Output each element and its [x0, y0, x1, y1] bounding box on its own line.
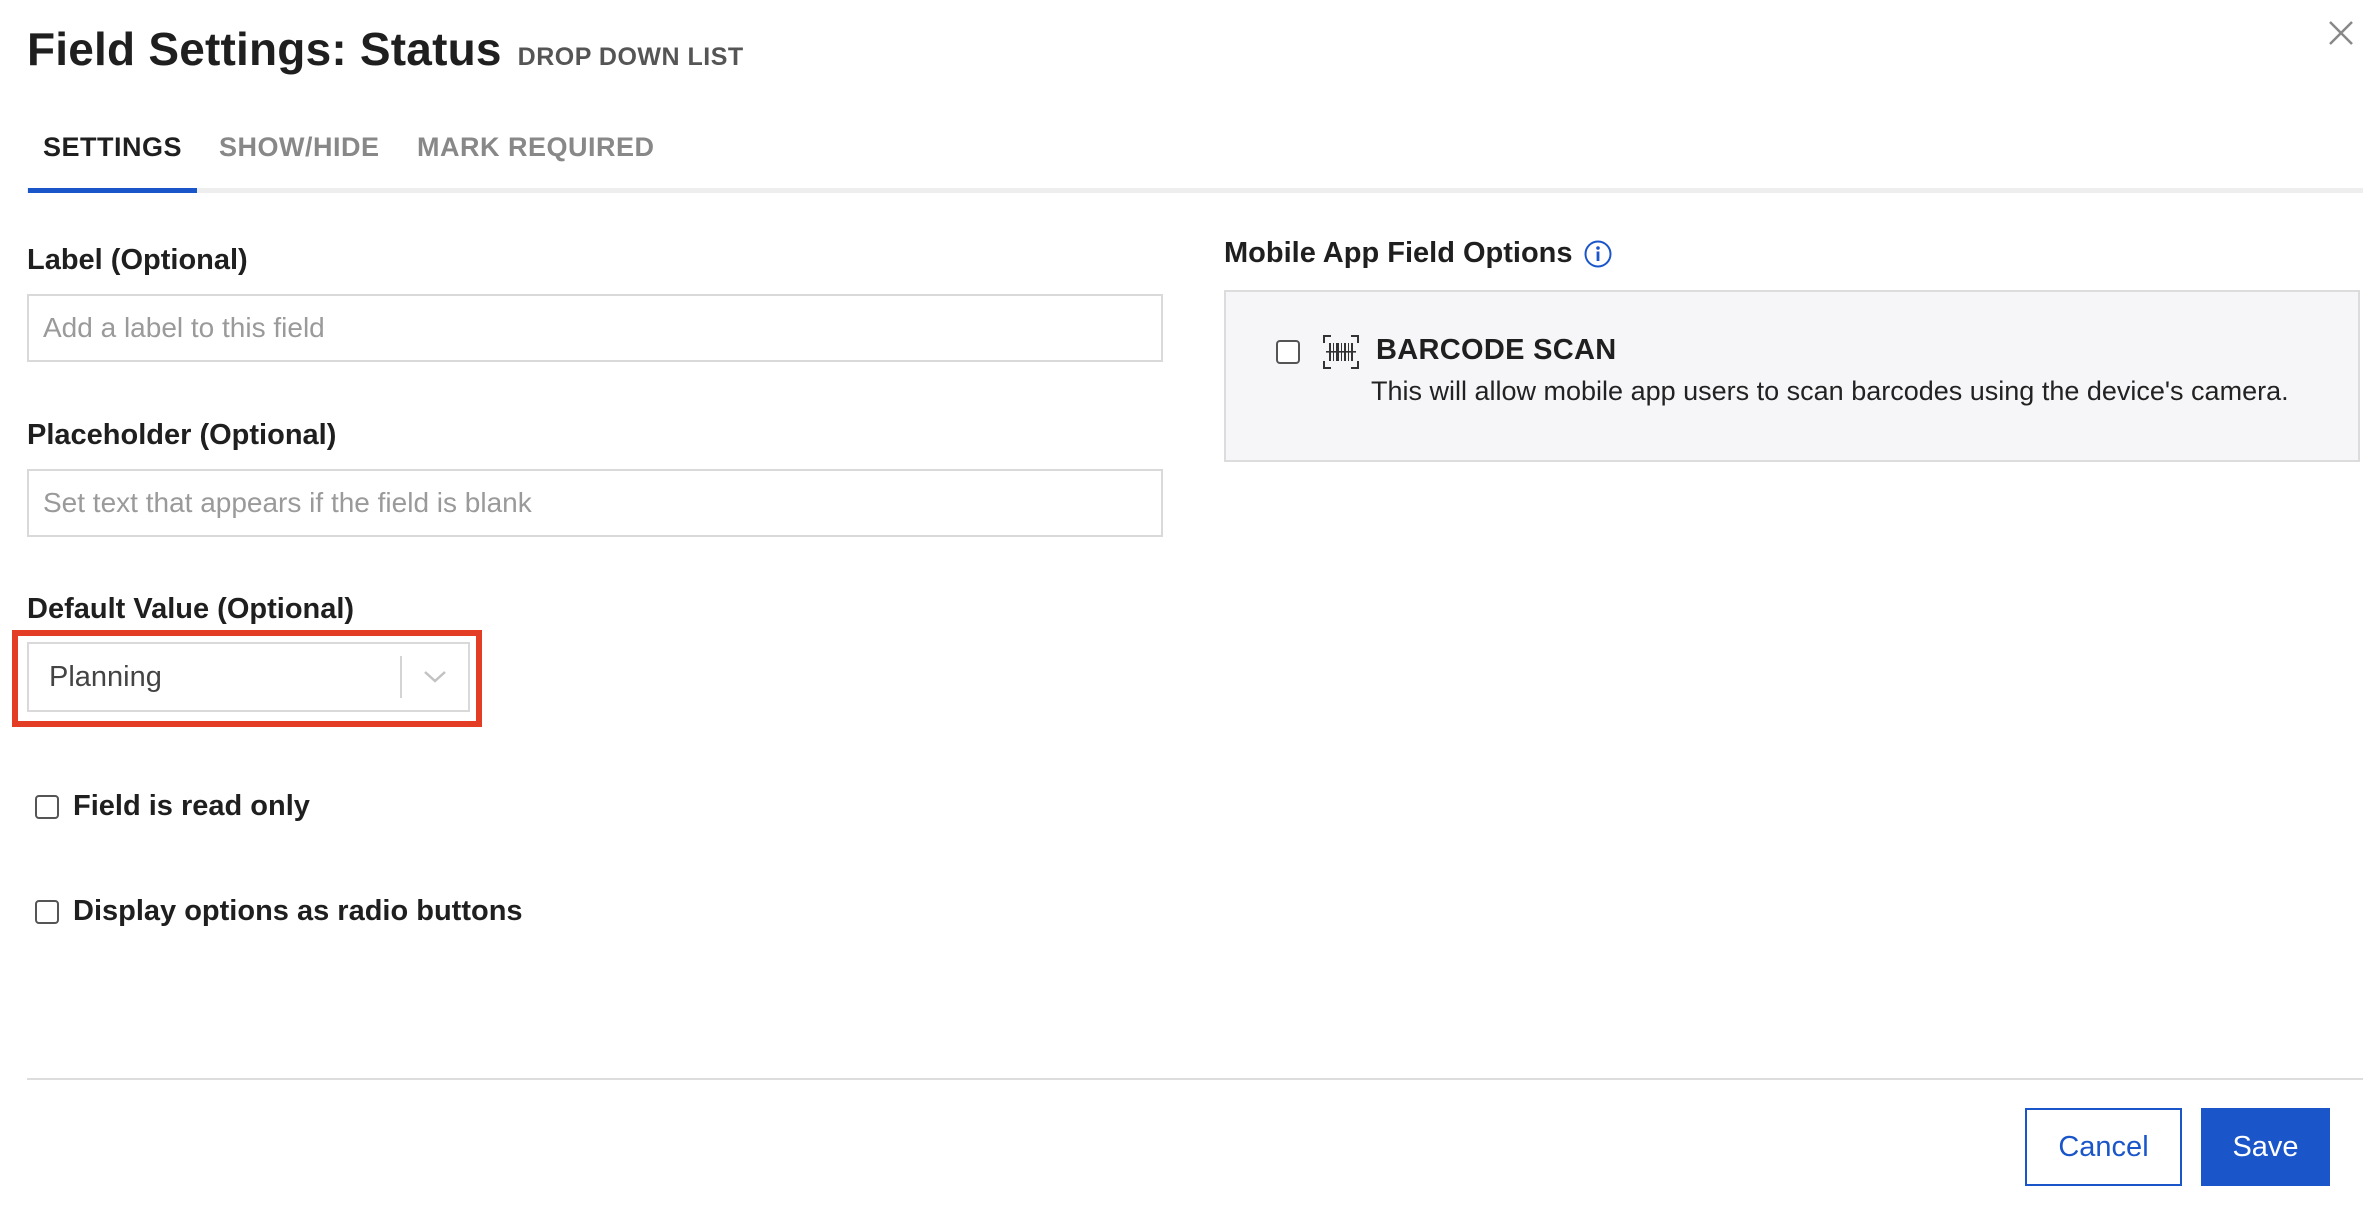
default-value-label: Default Value (Optional): [27, 593, 355, 625]
default-value-selected: Planning: [49, 660, 162, 693]
field-settings-dialog: Field Settings: Status DROP DOWN LIST SE…: [0, 0, 2378, 1216]
info-icon[interactable]: [1583, 239, 1613, 269]
chevron-down-icon: [424, 671, 446, 683]
field-type-label: DROP DOWN LIST: [517, 43, 744, 71]
footer-divider: [27, 1078, 2363, 1080]
tab-mark-required[interactable]: MARK REQUIRED: [417, 132, 655, 188]
settings-tabs: SETTINGS SHOW/HIDE MARK REQUIRED: [27, 118, 2363, 193]
label-field-label: Label (Optional): [27, 244, 248, 276]
close-button[interactable]: [2326, 18, 2356, 48]
barcode-scan-checkbox[interactable]: [1276, 340, 1300, 364]
close-icon: [2329, 21, 2353, 45]
barcode-scan-description: This will allow mobile app users to scan…: [1371, 376, 2289, 406]
read-only-label: Field is read only: [73, 790, 310, 822]
radio-buttons-label: Display options as radio buttons: [73, 895, 523, 927]
read-only-checkbox[interactable]: [35, 794, 59, 819]
placeholder-input[interactable]: [27, 469, 1163, 537]
label-input[interactable]: [27, 294, 1163, 362]
barcode-icon: [1323, 335, 1359, 369]
default-value-select[interactable]: Planning: [27, 642, 470, 712]
placeholder-field-label: Placeholder (Optional): [27, 419, 337, 451]
barcode-scan-title: BARCODE SCAN: [1376, 334, 1617, 366]
dialog-title: Field Settings: Status: [27, 23, 502, 75]
mobile-options-title: Mobile App Field Options: [1224, 237, 1613, 270]
tab-settings[interactable]: SETTINGS: [27, 132, 198, 193]
dialog-header: Field Settings: Status DROP DOWN LIST: [27, 22, 744, 76]
tab-show-hide[interactable]: SHOW/HIDE: [219, 132, 380, 188]
mobile-options-title-text: Mobile App Field Options: [1224, 237, 1573, 269]
cancel-button[interactable]: Cancel: [2025, 1108, 2182, 1186]
radio-buttons-checkbox[interactable]: [35, 899, 59, 924]
read-only-row: Field is read only: [35, 790, 310, 823]
select-arrow[interactable]: [402, 644, 468, 710]
radio-buttons-row: Display options as radio buttons: [35, 895, 523, 928]
save-button[interactable]: Save: [2201, 1108, 2330, 1186]
mobile-options-panel: BARCODE SCAN This will allow mobile app …: [1224, 290, 2360, 462]
